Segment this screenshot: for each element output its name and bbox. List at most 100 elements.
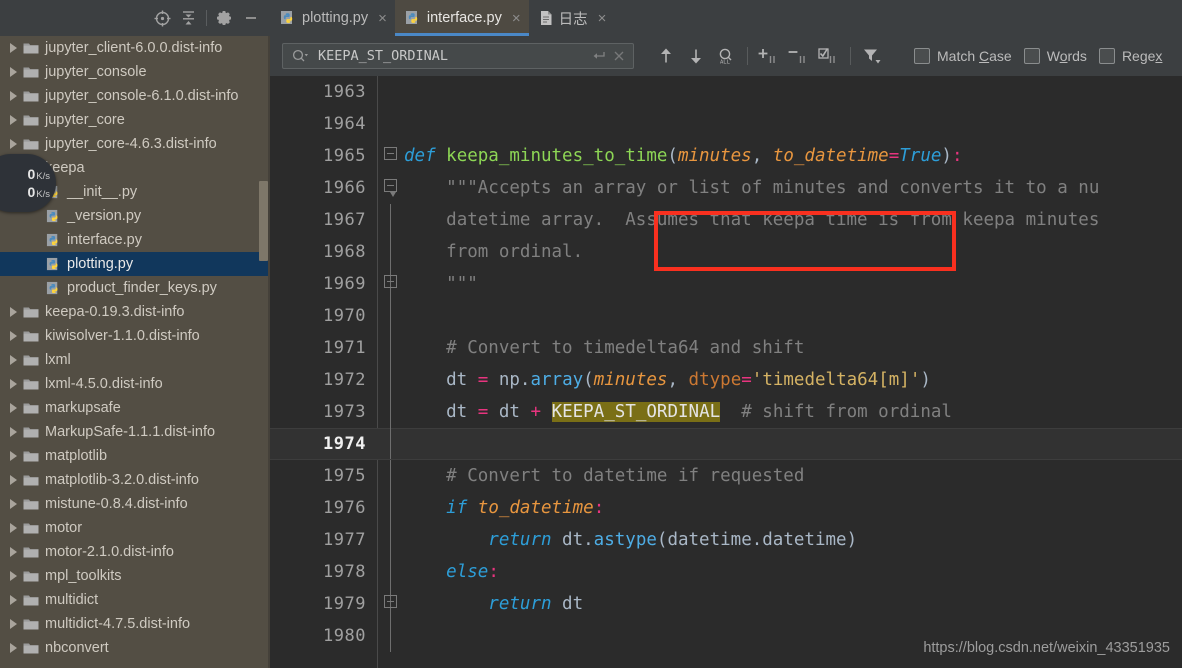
code-line-1968[interactable]: 1968 from ordinal. xyxy=(270,236,1182,268)
tree-item-motor[interactable]: motor xyxy=(0,516,270,540)
project-tree-panel[interactable]: jupyter_client-6.0.0.dist-infojupyter_co… xyxy=(0,36,270,668)
fold-marker-icon[interactable] xyxy=(384,179,397,192)
code-line-1976[interactable]: 1976 if to_datetime: xyxy=(270,492,1182,524)
code-line-text[interactable]: if to_datetime: xyxy=(404,498,1182,518)
fold-gutter[interactable] xyxy=(378,172,404,204)
fold-gutter[interactable] xyxy=(378,428,404,460)
chevron-right-icon[interactable] xyxy=(4,451,22,461)
tree-item-multidict-4-7-5-dist-info[interactable]: multidict-4.7.5.dist-info xyxy=(0,612,270,636)
clear-search-icon[interactable] xyxy=(609,46,629,66)
chevron-right-icon[interactable] xyxy=(4,67,22,77)
tree-item-mpl-toolkits[interactable]: mpl_toolkits xyxy=(0,564,270,588)
code-line-1978[interactable]: 1978 else: xyxy=(270,556,1182,588)
match-case-checkbox[interactable]: Match Case xyxy=(914,48,1012,64)
fold-gutter[interactable] xyxy=(378,236,404,268)
tree-item-mistune-0-8-4-dist-info[interactable]: mistune-0.8.4.dist-info xyxy=(0,492,270,516)
tree-item-jupyter-client-6-0-0-dist-info[interactable]: jupyter_client-6.0.0.dist-info xyxy=(0,36,270,60)
code-line-1974[interactable]: 1974 xyxy=(270,428,1182,460)
fold-gutter[interactable] xyxy=(378,76,404,108)
fold-gutter[interactable] xyxy=(378,492,404,524)
fold-gutter[interactable] xyxy=(378,524,404,556)
search-magnifier-icon[interactable] xyxy=(290,46,310,66)
chevron-right-icon[interactable] xyxy=(4,643,22,653)
add-selection-next-occurrence-icon[interactable] xyxy=(755,42,783,70)
fold-gutter[interactable] xyxy=(378,204,404,236)
tree-item-markupsafe[interactable]: markupsafe xyxy=(0,396,270,420)
fold-gutter[interactable] xyxy=(378,588,404,620)
code-line-1972[interactable]: 1972 dt = np.array(minutes, dtype='timed… xyxy=(270,364,1182,396)
chevron-right-icon[interactable] xyxy=(4,619,22,629)
code-line-text[interactable]: dt = np.array(minutes, dtype='timedelta6… xyxy=(404,370,1182,390)
code-line-1971[interactable]: 1971 # Convert to timedelta64 and shift xyxy=(270,332,1182,364)
tree-item-lxml[interactable]: lxml xyxy=(0,348,270,372)
code-line-text[interactable]: return dt.astype(datetime.datetime) xyxy=(404,530,1182,550)
code-line-text[interactable]: else: xyxy=(404,562,1182,582)
chevron-right-icon[interactable] xyxy=(4,499,22,509)
fold-gutter[interactable] xyxy=(378,140,404,172)
code-line-text[interactable]: datetime array. Assumes that keepa time … xyxy=(404,210,1182,230)
close-icon[interactable]: × xyxy=(512,11,521,26)
chevron-right-icon[interactable] xyxy=(4,115,22,125)
remove-selection-occurrence-icon[interactable] xyxy=(785,42,813,70)
checkbox-box[interactable] xyxy=(1024,48,1040,64)
search-input-value[interactable]: KEEPA_ST_ORDINAL xyxy=(318,48,589,64)
chevron-right-icon[interactable] xyxy=(4,475,22,485)
search-input[interactable]: KEEPA_ST_ORDINAL xyxy=(282,43,634,69)
fold-gutter[interactable] xyxy=(378,364,404,396)
select-all-occurrences-icon[interactable] xyxy=(815,42,843,70)
code-line-text[interactable]: def keepa_minutes_to_time(minutes, to_da… xyxy=(404,146,1182,166)
code-line-text[interactable]: """ xyxy=(404,274,1182,294)
tree-item-jupyter-console-6-1-0-dist-info[interactable]: jupyter_console-6.1.0.dist-info xyxy=(0,84,270,108)
regex-checkbox[interactable]: Regex xyxy=(1099,48,1162,64)
code-line-1967[interactable]: 1967 datetime array. Assumes that keepa … xyxy=(270,204,1182,236)
find-all-icon[interactable]: ALL xyxy=(712,42,740,70)
code-editor[interactable]: 196319641965def keepa_minutes_to_time(mi… xyxy=(270,76,1182,668)
code-line-text[interactable]: # Convert to datetime if requested xyxy=(404,466,1182,486)
chevron-right-icon[interactable] xyxy=(4,379,22,389)
code-line-1966[interactable]: 1966 """Accepts an array or list of minu… xyxy=(270,172,1182,204)
chevron-right-icon[interactable] xyxy=(4,427,22,437)
close-icon[interactable]: × xyxy=(598,11,607,26)
tree-item-matplotlib-3-2-0-dist-info[interactable]: matplotlib-3.2.0.dist-info xyxy=(0,468,270,492)
close-icon[interactable]: × xyxy=(378,11,387,26)
find-next-icon[interactable] xyxy=(682,42,710,70)
code-line-1970[interactable]: 1970 xyxy=(270,300,1182,332)
code-line-text[interactable]: dt = dt + KEEPA_ST_ORDINAL # shift from … xyxy=(404,402,1182,422)
chevron-right-icon[interactable] xyxy=(4,355,22,365)
checkbox-box[interactable] xyxy=(1099,48,1115,64)
code-line-1979[interactable]: 1979 return dt xyxy=(270,588,1182,620)
chevron-right-icon[interactable] xyxy=(4,595,22,605)
fold-gutter[interactable] xyxy=(378,460,404,492)
tree-item-lxml-4-5-0-dist-info[interactable]: lxml-4.5.0.dist-info xyxy=(0,372,270,396)
checkbox-box[interactable] xyxy=(914,48,930,64)
tree-item-matplotlib[interactable]: matplotlib xyxy=(0,444,270,468)
tree-item-motor-2-1-0-dist-info[interactable]: motor-2.1.0.dist-info xyxy=(0,540,270,564)
code-line-1963[interactable]: 1963 xyxy=(270,76,1182,108)
chevron-right-icon[interactable] xyxy=(4,139,22,149)
fold-gutter[interactable] xyxy=(378,332,404,364)
chevron-right-icon[interactable] xyxy=(4,547,22,557)
code-line-1964[interactable]: 1964 xyxy=(270,108,1182,140)
tree-item-keepa-0-19-3-dist-info[interactable]: keepa-0.19.3.dist-info xyxy=(0,300,270,324)
tree-item-product-finder-keys-py[interactable]: product_finder_keys.py xyxy=(0,276,270,300)
editor-tab-log[interactable]: 日志 × xyxy=(529,0,615,36)
multiline-toggle-icon[interactable] xyxy=(589,46,609,66)
fold-gutter[interactable] xyxy=(378,556,404,588)
words-checkbox[interactable]: Words xyxy=(1024,48,1087,64)
tree-item-jupyter-console[interactable]: jupyter_console xyxy=(0,60,270,84)
fold-gutter[interactable] xyxy=(378,268,404,300)
code-line-1973[interactable]: 1973 dt = dt + KEEPA_ST_ORDINAL # shift … xyxy=(270,396,1182,428)
tree-item-plotting-py[interactable]: plotting.py xyxy=(0,252,270,276)
code-line-text[interactable]: from ordinal. xyxy=(404,242,1182,262)
fold-marker-icon[interactable] xyxy=(384,147,397,160)
tree-item-interface-py[interactable]: interface.py xyxy=(0,228,270,252)
sidebar-vertical-scrollbar[interactable] xyxy=(259,181,268,261)
tree-item-kiwisolver-1-1-0-dist-info[interactable]: kiwisolver-1.1.0.dist-info xyxy=(0,324,270,348)
chevron-right-icon[interactable] xyxy=(4,43,22,53)
minimize-icon[interactable] xyxy=(238,5,264,31)
chevron-right-icon[interactable] xyxy=(4,307,22,317)
fold-marker-icon[interactable] xyxy=(384,595,397,608)
tree-item-jupyter-core[interactable]: jupyter_core xyxy=(0,108,270,132)
fold-marker-icon[interactable] xyxy=(384,275,397,288)
code-line-text[interactable]: return dt xyxy=(404,594,1182,614)
